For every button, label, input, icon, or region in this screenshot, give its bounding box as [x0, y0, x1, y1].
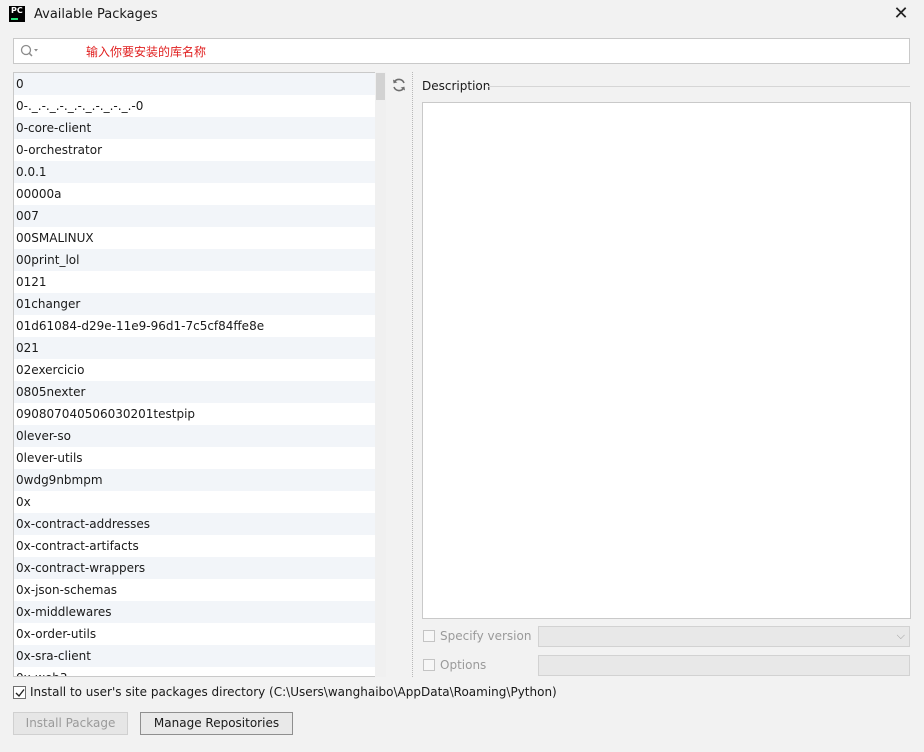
package-list-item[interactable]: 02exercicio [14, 359, 385, 381]
specify-version-label: Specify version [440, 629, 532, 643]
package-list-item[interactable]: 0x-contract-addresses [14, 513, 385, 535]
app-icon-bar [11, 18, 18, 20]
description-label: Description [422, 79, 495, 93]
package-list-item[interactable]: 0x [14, 491, 385, 513]
description-panel [422, 102, 911, 619]
refresh-icon[interactable] [390, 76, 408, 94]
manage-repositories-button[interactable]: Manage Repositories [140, 712, 293, 735]
package-list-item[interactable]: 00print_lol [14, 249, 385, 271]
package-list-item[interactable]: 00000a [14, 183, 385, 205]
package-list-item[interactable]: 01d61084-d29e-11e9-96d1-7c5cf84ffe8e [14, 315, 385, 337]
search-icon[interactable] [19, 43, 39, 59]
install-package-button[interactable]: Install Package [13, 712, 128, 735]
package-list-item[interactable]: 0-._.-._.-._.-._.-._.-._.-0 [14, 95, 385, 117]
install-user-label: Install to user's site packages director… [30, 685, 557, 699]
package-list-item[interactable]: 01changer [14, 293, 385, 315]
pycharm-app-icon: PC [9, 6, 25, 22]
scrollbar-thumb[interactable] [376, 73, 385, 100]
package-list-item[interactable]: 0x-json-schemas [14, 579, 385, 601]
package-list-item[interactable]: 0805nexter [14, 381, 385, 403]
package-list-item[interactable]: 0-orchestrator [14, 139, 385, 161]
title-bar: PC Available Packages ✕ [0, 0, 924, 30]
package-list-item[interactable]: 0x-web3 [14, 667, 385, 676]
package-list-item[interactable]: 0lever-so [14, 425, 385, 447]
description-divider [488, 86, 910, 87]
package-list[interactable]: 0 0-._.-._.-._.-._.-._.-._.-0 0-core-clien… [13, 72, 386, 677]
list-toolbar [386, 72, 413, 677]
package-list-scrollbar[interactable] [375, 72, 386, 677]
package-list-item[interactable]: 007 [14, 205, 385, 227]
chevron-down-icon: ⌵ [896, 629, 905, 642]
package-list-item[interactable]: 0x-order-utils [14, 623, 385, 645]
search-input[interactable] [84, 41, 888, 63]
package-list-item[interactable]: 0x-sra-client [14, 645, 385, 667]
window-title: Available Packages [34, 7, 158, 22]
package-list-item[interactable]: 0x-middlewares [14, 601, 385, 623]
options-checkbox[interactable] [423, 659, 435, 671]
package-list-item[interactable]: 0121 [14, 271, 385, 293]
package-list-item[interactable]: 0lever-utils [14, 447, 385, 469]
specify-version-checkbox[interactable] [423, 630, 435, 642]
check-icon [15, 689, 25, 698]
package-list-item[interactable]: 0wdg9nbmpm [14, 469, 385, 491]
version-select[interactable]: ⌵ [538, 626, 910, 647]
package-list-item[interactable]: 0x-contract-artifacts [14, 535, 385, 557]
package-list-item[interactable]: 0.0.1 [14, 161, 385, 183]
package-list-item[interactable]: 0x-contract-wrappers [14, 557, 385, 579]
options-label: Options [440, 658, 487, 672]
search-box[interactable] [13, 38, 910, 64]
package-list-item[interactable]: 00SMALINUX [14, 227, 385, 249]
close-icon[interactable]: ✕ [890, 4, 912, 26]
package-list-item[interactable]: 021 [14, 337, 385, 359]
install-user-checkbox[interactable] [13, 686, 26, 699]
package-list-item[interactable]: 090807040506030201testpip [14, 403, 385, 425]
options-input[interactable] [538, 655, 910, 676]
app-icon-text: PC [11, 6, 23, 15]
package-list-item[interactable]: 0-core-client [14, 117, 385, 139]
package-list-item[interactable]: 0 [14, 73, 385, 95]
